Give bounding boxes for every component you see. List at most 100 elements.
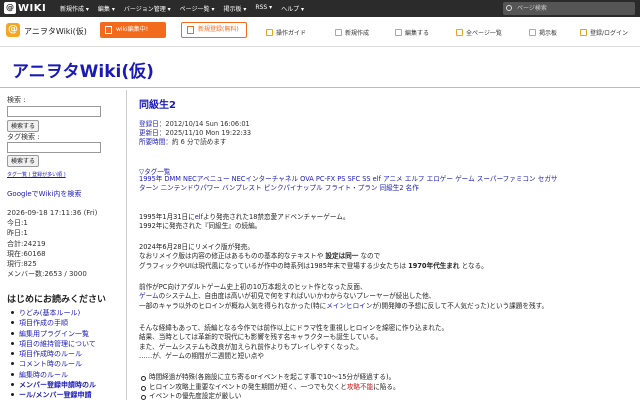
nav-login-label: 登録/ログイン — [590, 30, 629, 37]
guide-item[interactable]: コメント時のルール — [11, 359, 96, 369]
red-text: 攻略不能 — [346, 382, 374, 391]
edit-icon — [395, 29, 402, 36]
wiki-editing-label: wiki編集中! — [116, 26, 149, 33]
text-line: 1992年に発売された『同級生』の続編。 — [139, 222, 262, 231]
menu-new[interactable]: 新規作成 ▾ — [60, 4, 89, 13]
game-link[interactable]: ゲーム — [139, 292, 159, 300]
guide-item[interactable]: 編集用プラグイン一覧 — [11, 329, 96, 339]
tag-line[interactable]: 1995年 DMM NECアベニュー NECインターチャネル OVA PC-FX… — [139, 175, 629, 184]
plus-icon — [335, 29, 342, 36]
issue-list: 時間経過が特殊(各施設に立ち寄るorイベントを起こす事で10〜15分が経過する)… — [139, 373, 400, 400]
tag-search-button[interactable]: 検索する — [7, 155, 40, 167]
menu-version[interactable]: バージョン管理 ▾ — [124, 4, 171, 13]
menu-pages[interactable]: ページ一覧 ▾ — [180, 4, 215, 13]
text-span: グラフィックやUIは現代風になっているが作中の時系列は1985年末で登場する少女… — [139, 261, 409, 270]
logo-text: WIKI — [18, 2, 47, 14]
guide-item[interactable]: 項目作成時のルール — [11, 349, 96, 359]
reading-time: 所要時間：約 6 分で読めます — [139, 136, 227, 146]
paragraph-previous: 前作がPC向けアダルトゲーム史上初の10万本超えのヒット作となった反面、 ゲーム… — [139, 283, 631, 311]
paragraph-intro: 1995年1月31日にelfより発売された18禁恋愛アドベンチャーゲーム。 19… — [139, 213, 631, 232]
site-header: @ アニヲタWiki(仮) wiki編集中! 新規登録(無料) 操作ガイド 新規… — [0, 17, 640, 47]
text-line: 2024年6月28日にリメイク版が発売。 — [139, 243, 254, 251]
tag-list-link[interactable]: タグ一覧 ( 登録が多い順 ) — [7, 171, 66, 178]
tag-line[interactable]: ターン ニンテンドウパワー バンプレスト ピンクパイナップル フライト・プラン … — [139, 184, 629, 193]
sidebar: 検索 : 検索する タグ検索 : 検索する タグ一覧 ( 登録が多い順 ) Go… — [0, 90, 124, 400]
search-icon — [506, 5, 512, 11]
guide-item[interactable]: りどみ(基本ルール) — [11, 308, 96, 318]
nav-edit-label: 編集する — [405, 30, 430, 37]
text-span: に陥る。 — [373, 382, 400, 391]
atwiki-logo[interactable]: @ WIKI — [4, 2, 46, 14]
nav-new[interactable]: 新規作成 — [335, 28, 369, 37]
guide-list: りどみ(基本ルール) 項目作成の手順 編集用プラグイン一覧 項目の維持管理につい… — [11, 308, 96, 400]
menu-edit[interactable]: 編集 ▾ — [98, 4, 115, 13]
text-span: なので — [358, 252, 381, 261]
stat-active: 現行:825 — [7, 260, 37, 268]
menu-board[interactable]: 掲示板 ▾ — [223, 4, 246, 13]
guide-item[interactable]: 項目作成の手順 — [11, 318, 96, 328]
guide-heading: はじめにお読みください — [7, 295, 107, 305]
search-input[interactable] — [7, 106, 101, 117]
logo-mark: @ — [4, 2, 16, 14]
text-line: グラフィックやUIは現代風になっているが作中の時系列は1985年末で登場する少女… — [139, 262, 631, 271]
page-title: 同級生2 — [139, 100, 176, 111]
nav-board-label: 掲示板 — [539, 30, 558, 37]
guide-item[interactable]: 項目の維持管理について — [11, 339, 96, 349]
register-label: 新規登録(無料) — [198, 26, 239, 33]
guide-icon — [266, 29, 273, 36]
menu-rss[interactable]: RSS ▾ — [255, 4, 272, 13]
bold-span: 1970年代生まれ — [408, 261, 460, 270]
pencil-icon — [105, 26, 112, 34]
guide-item[interactable]: 編集時のルール — [11, 370, 96, 380]
elf-link[interactable]: elf — [195, 213, 203, 221]
wiki-title[interactable]: アニヲタWiki(仮) — [12, 57, 154, 82]
paragraph-remake: 2024年6月28日にリメイク版が発売。 なおリメイク版は内容の修正はあるものの… — [139, 243, 631, 271]
user-icon — [580, 29, 587, 36]
text-line: 前作がPC向けアダルトゲーム史上初の10万本超えのヒット作となった反面、 — [139, 283, 367, 291]
text-span: となる。 — [459, 261, 488, 270]
stat-yesterday: 昨日:1 — [7, 229, 28, 237]
reading-label: 所要時間 — [139, 138, 166, 146]
guide-item[interactable]: メンバー登録申請時のル — [11, 380, 96, 390]
page-search-input[interactable]: ページ検索 — [503, 2, 635, 15]
text-span: 一部のキャラ以外のヒロインが概ね人気を得られなかった(特に — [139, 301, 327, 310]
menu-help[interactable]: ヘルプ ▾ — [281, 4, 304, 13]
text-line: 一部のキャラ以外のヒロインが概ね人気を得られなかった(特にメインヒロインが)開発… — [139, 302, 631, 311]
top-menu: 新規作成 ▾ 編集 ▾ バージョン管理 ▾ ページ一覧 ▾ 掲示板 ▾ RSS … — [60, 4, 304, 13]
stat-total: 合計:24219 — [7, 240, 46, 248]
nav-edit[interactable]: 編集する — [395, 28, 429, 37]
guide-item[interactable]: ール/メンバー登録申請 — [11, 390, 96, 400]
title-divider — [0, 87, 640, 88]
text-span: が)開発陣の予想に反して不人気だった)という課題を残す。 — [372, 301, 549, 310]
site-logo-icon[interactable]: @ — [6, 23, 20, 37]
nav-new-label: 新規作成 — [345, 30, 370, 37]
stat-current: 現在:60168 — [7, 250, 46, 258]
stat-members: メンバー数:2653 / 3000 — [7, 270, 87, 278]
text-line: ……が、ゲームの期間が二週間と短い点や — [139, 351, 264, 360]
nav-guide[interactable]: 操作ガイド — [266, 28, 306, 37]
tag-search-input[interactable] — [7, 142, 101, 153]
main-content: 同級生2 登録日：2012/10/14 Sun 16:06:01 更新日：202… — [139, 96, 631, 400]
column-divider — [126, 90, 127, 400]
text-line: 1995年1月31日にelfより発売された18禁恋愛アドベンチャーゲーム。 — [139, 213, 631, 222]
google-search-link[interactable]: GoogleでWiki内を検索 — [7, 189, 81, 199]
nav-all-pages[interactable]: 全ページ一覧 — [456, 28, 502, 37]
tag-search-label: タグ検索 : — [7, 133, 40, 141]
pages-icon — [456, 29, 463, 36]
nav-login[interactable]: 登録/ログイン — [580, 28, 628, 37]
search-button[interactable]: 検索する — [7, 120, 40, 132]
nav-board[interactable]: 掲示板 — [529, 28, 557, 37]
top-bar: @ WIKI 新規作成 ▾ 編集 ▾ バージョン管理 ▾ ページ一覧 ▾ 掲示板… — [0, 0, 640, 17]
page-search-placeholder: ページ検索 — [517, 5, 547, 12]
wiki-editing-button[interactable]: wiki編集中! — [100, 22, 166, 38]
text-span: ヒロイン攻略上重要なイベントの発生期間が短く、一つでも欠くと — [149, 382, 347, 391]
text-span: より発売された18禁恋愛アドベンチャーゲーム。 — [202, 213, 350, 221]
register-button[interactable]: 新規登録(無料) — [181, 22, 247, 38]
search-label: 検索 : — [7, 96, 26, 104]
text-line: そんな経緯もあって、続編となる今作では前作以上にドラマ性を重視しヒロインを綿密に… — [139, 324, 449, 332]
main-heroine-link[interactable]: メインヒロイン — [326, 302, 372, 310]
list-item: イベントの優先度設定が厳しい — [139, 392, 400, 400]
site-name[interactable]: アニヲタWiki(仮) — [24, 26, 87, 37]
stat-today: 今日:1 — [7, 219, 28, 227]
text-line: ゲームのシステム上、自由度は高いが初見で何をすればいいかわからないプレーヤーが続… — [139, 292, 631, 301]
